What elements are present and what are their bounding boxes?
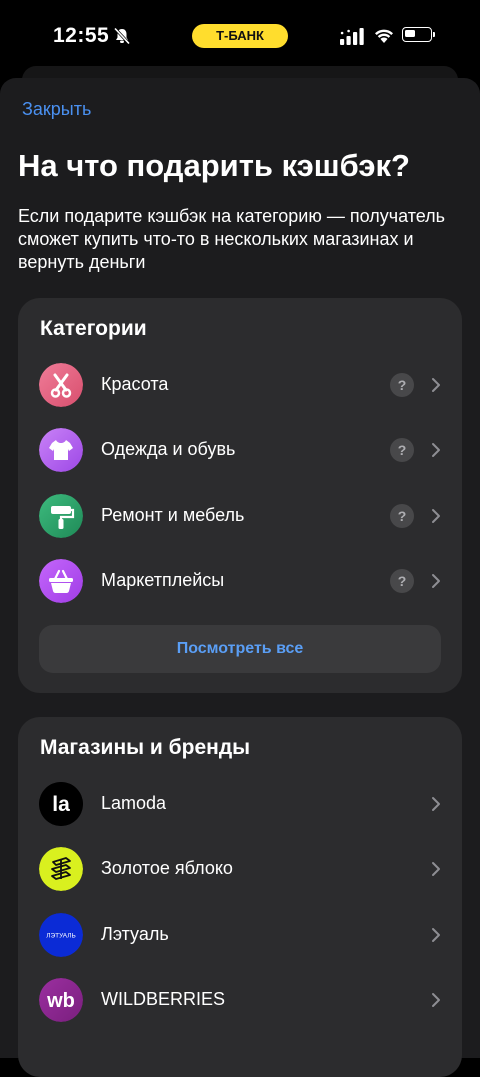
chevron-right-icon [432,509,440,523]
scissors-icon [39,363,83,407]
help-icon[interactable]: ? [390,504,414,528]
bank-badge: Т-БАНК [192,24,288,48]
chevron-right-icon [432,443,440,457]
view-all-button[interactable]: Посмотреть все [39,625,441,673]
page-title: На что подарить кэшбэк? [18,148,410,183]
shop-item-lamoda[interactable]: la Lamoda [18,774,462,834]
letual-logo-icon: ЛЭТУАЛЬ [39,913,83,957]
categories-card: Категории Красота ? Одежда и обувь ? Рем… [18,298,462,693]
chevron-right-icon [432,378,440,392]
status-time: 12:55 [53,24,110,47]
category-label: Красота [101,374,169,394]
shops-card: Магазины и бренды la Lamoda Золотое ябло… [18,717,462,1077]
lamoda-logo-icon: la [39,782,83,826]
category-item-marketplaces[interactable]: Маркетплейсы ? [18,551,462,611]
bell-muted-icon [113,27,131,45]
chevron-right-icon [432,574,440,588]
shop-label: Lamoda [101,793,167,813]
lamoda-logo-text: la [52,793,70,816]
categories-title: Категории [40,317,147,340]
wildberries-logo-text: wb [46,990,75,1012]
help-icon[interactable]: ? [390,438,414,462]
battery-cap [433,32,435,37]
shop-label: Золотое яблоко [101,858,233,878]
chevron-right-icon [432,993,440,1007]
wifi-icon [375,29,393,43]
basket-icon [39,559,83,603]
chevron-right-icon [432,862,440,876]
category-item-repair[interactable]: Ремонт и мебель ? [18,486,462,546]
category-item-beauty[interactable]: Красота ? [18,355,462,415]
shop-item-wildberries[interactable]: wb WILDBERRIES [18,970,462,1030]
shop-label: Лэтуаль [101,924,169,944]
close-button[interactable]: Закрыть [22,99,91,120]
cellular-signal-icon [340,28,364,45]
category-label: Одежда и обувь [101,439,236,459]
chevron-right-icon [432,928,440,942]
help-icon[interactable]: ? [390,569,414,593]
tshirt-icon [39,428,83,472]
page-description: Если подарите кэшбэк на категорию — полу… [18,206,446,272]
battery-icon [402,27,432,42]
wildberries-logo-icon: wb [39,978,83,1022]
paint-roller-icon [39,494,83,538]
category-item-clothes[interactable]: Одежда и обувь ? [18,420,462,480]
chevron-right-icon [432,797,440,811]
help-icon[interactable]: ? [390,373,414,397]
letual-logo-text: ЛЭТУАЛЬ [46,933,76,940]
shop-item-golden-apple[interactable]: Золотое яблоко [18,839,462,899]
category-label: Ремонт и мебель [101,505,245,525]
status-bar: 12:55 Т-БАНК [0,0,480,70]
category-label: Маркетплейсы [101,570,225,590]
shops-title: Магазины и бренды [40,736,251,759]
shop-item-letual[interactable]: ЛЭТУАЛЬ Лэтуаль [18,905,462,965]
golden-apple-logo-icon [39,847,83,891]
shop-label: WILDBERRIES [101,989,226,1009]
